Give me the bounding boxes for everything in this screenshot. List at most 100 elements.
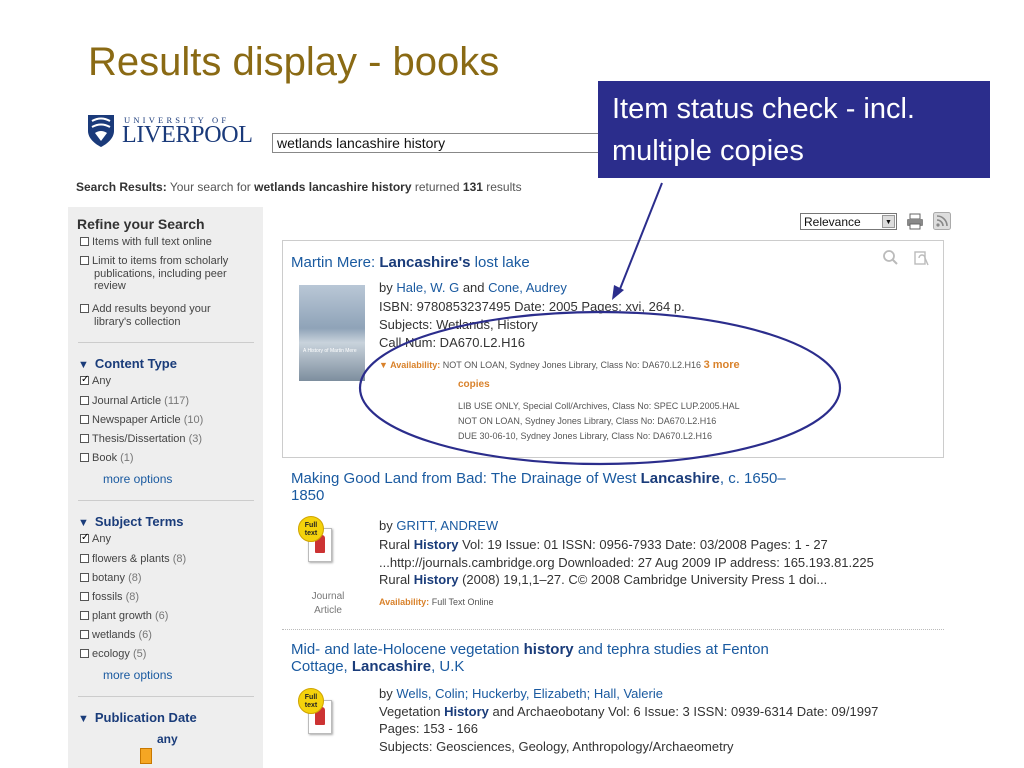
result-isbn: ISBN: 9780853237495 Date: 2005 Pages: xv…	[379, 299, 685, 314]
subject-more-options[interactable]: more options	[103, 668, 172, 682]
result-title[interactable]: Making Good Land from Bad: The Drainage …	[291, 470, 831, 504]
snippet-highlight: History	[413, 572, 459, 587]
content-type-newspaper[interactable]: Newspaper Article (10)	[80, 414, 203, 427]
rss-icon[interactable]	[933, 212, 951, 230]
filter-count: (3)	[188, 433, 203, 445]
subject-terms-title: Subject Terms	[94, 514, 184, 529]
search-input[interactable]: wetlands lancashire history	[272, 133, 612, 153]
divider	[78, 696, 254, 697]
content-type-journal[interactable]: Journal Article (117)	[80, 395, 189, 408]
availability-label[interactable]: ▼ Availability:	[379, 360, 440, 370]
result-source: Vegetation History and Archaeobotany Vol…	[379, 704, 878, 719]
snippet-text: (2008) 19,1,1–27. C© 2008 Cambridge Univ…	[458, 572, 828, 587]
filter-count: (8)	[128, 572, 142, 584]
filter-label: Any	[92, 375, 111, 387]
by-prefix: by	[379, 686, 397, 701]
checkbox[interactable]	[80, 434, 89, 443]
checkbox[interactable]	[80, 396, 89, 405]
filter-label: Thesis/Dissertation	[92, 433, 186, 445]
subject-fossils[interactable]: fossils (8)	[80, 591, 139, 604]
snippet-text: Rural	[379, 572, 414, 587]
checkbox[interactable]	[80, 374, 89, 387]
title-text: and tephra studies at Fenton	[573, 641, 769, 658]
filter-label: Any	[92, 533, 111, 545]
title-highlight: Lancashire	[640, 470, 720, 487]
author-link[interactable]: Cone, Audrey	[488, 280, 567, 295]
title-text: , U.K	[431, 658, 465, 675]
availability-label[interactable]: Availability:	[379, 597, 429, 607]
subject-ecology[interactable]: ecology (5)	[80, 648, 146, 661]
source-text: Rural	[379, 537, 414, 552]
result-authors: by Wells, Colin; Huckerby, Elizabeth; Ha…	[379, 686, 663, 701]
copy-status: DUE 30-06-10, Sydney Jones Library, Clas…	[458, 431, 712, 441]
filter-scholarly[interactable]: Limit to items from scholarly publicatio…	[80, 255, 228, 293]
university-logo[interactable]: UNIVERSITY OF LIVERPOOL	[86, 113, 256, 153]
checkbox[interactable]	[80, 630, 89, 639]
checkbox[interactable]	[80, 554, 89, 563]
checkbox[interactable]	[80, 573, 89, 582]
content-type-more-options[interactable]: more options	[103, 472, 172, 486]
cite-icon[interactable]	[912, 249, 930, 267]
copy-status: NOT ON LOAN, Sydney Jones Library, Class…	[458, 416, 717, 426]
checkbox[interactable]	[80, 592, 89, 601]
subject-terms-heading[interactable]: ▼ Subject Terms	[78, 514, 184, 529]
item-type-label: Journal Article	[311, 591, 345, 616]
subject-flowers[interactable]: flowers & plants (8)	[80, 553, 186, 566]
checkbox[interactable]	[80, 649, 89, 658]
date-histogram-bar[interactable]	[140, 748, 152, 764]
subject-botany[interactable]: botany (8)	[80, 572, 142, 585]
checkbox[interactable]	[80, 532, 89, 545]
filter-label: fossils	[92, 591, 123, 603]
title-text: Making Good Land from Bad: The Drainage …	[291, 470, 641, 487]
availability-status: Full Text Online	[431, 597, 494, 607]
author-link[interactable]: Wells, Colin; Huckerby, Elizabeth; Hall,…	[396, 686, 663, 701]
result-source: Rural History Vol: 19 Issue: 01 ISSN: 09…	[379, 537, 828, 552]
subject-any[interactable]: Any	[80, 532, 111, 546]
magnifier-icon[interactable]	[882, 249, 898, 265]
checkbox[interactable]	[80, 415, 89, 424]
checkbox[interactable]	[80, 237, 89, 246]
result-authors: by Hale, W. G and Cone, Audrey	[379, 280, 567, 295]
shield-icon	[88, 115, 114, 147]
filter-full-text[interactable]: Items with full text online	[80, 236, 212, 249]
filter-beyond-collection[interactable]: Add results beyond your library's collec…	[80, 303, 211, 328]
and-text: and	[459, 280, 489, 295]
sort-select[interactable]: Relevance ▼	[800, 213, 897, 230]
book-cover-image[interactable]: A History of Martin Mere	[299, 285, 365, 381]
checkbox[interactable]	[80, 256, 89, 265]
filter-count: (5)	[132, 648, 147, 660]
content-type-heading[interactable]: ▼ Content Type	[78, 356, 177, 371]
sort-value: Relevance	[804, 215, 861, 229]
title-text: Cottage,	[291, 658, 352, 675]
content-type-book[interactable]: Book (1)	[80, 452, 134, 465]
subject-wetlands[interactable]: wetlands (6)	[80, 629, 152, 642]
print-icon[interactable]	[906, 213, 924, 230]
refine-title: Refine your Search	[77, 216, 205, 232]
checkbox[interactable]	[80, 304, 89, 313]
filter-label: ecology	[92, 648, 130, 660]
source-text: and Archaeobotany Vol: 6 Issue: 3 ISSN: …	[488, 704, 879, 719]
content-type-thesis[interactable]: Thesis/Dissertation (3)	[80, 433, 202, 446]
content-type-any[interactable]: Any	[80, 374, 111, 388]
divider	[78, 342, 254, 343]
full-text-icon[interactable]: Full text	[298, 688, 338, 738]
result-title[interactable]: Martin Mere: Lancashire's lost lake	[291, 254, 530, 271]
summary-count: 131	[462, 180, 483, 194]
title-text: Mid- and late-Holocene vegetation	[291, 641, 524, 658]
result-title[interactable]: Mid- and late-Holocene vegetation histor…	[291, 641, 851, 675]
checkbox[interactable]	[80, 611, 89, 620]
more-copies-link[interactable]: copies	[458, 379, 490, 390]
subject-plant-growth[interactable]: plant growth (6)	[80, 610, 168, 623]
filter-label: Journal Article	[92, 395, 162, 407]
more-copies-link[interactable]: 3 more	[704, 359, 740, 371]
checkbox[interactable]	[80, 453, 89, 462]
publication-date-any[interactable]: any	[157, 732, 178, 746]
author-link[interactable]: GRITT, ANDREW	[396, 518, 498, 533]
filter-label: botany	[92, 572, 126, 584]
publication-date-heading[interactable]: ▼ Publication Date	[78, 710, 197, 725]
author-link[interactable]: Hale, W. G	[396, 280, 459, 295]
result-snippet: Rural History (2008) 19,1,1–27. C© 2008 …	[379, 572, 827, 587]
result-callnum: Call Num: DA670.L2.H16	[379, 335, 525, 350]
source-highlight: History	[413, 537, 459, 552]
full-text-icon[interactable]: Full text	[298, 516, 338, 566]
